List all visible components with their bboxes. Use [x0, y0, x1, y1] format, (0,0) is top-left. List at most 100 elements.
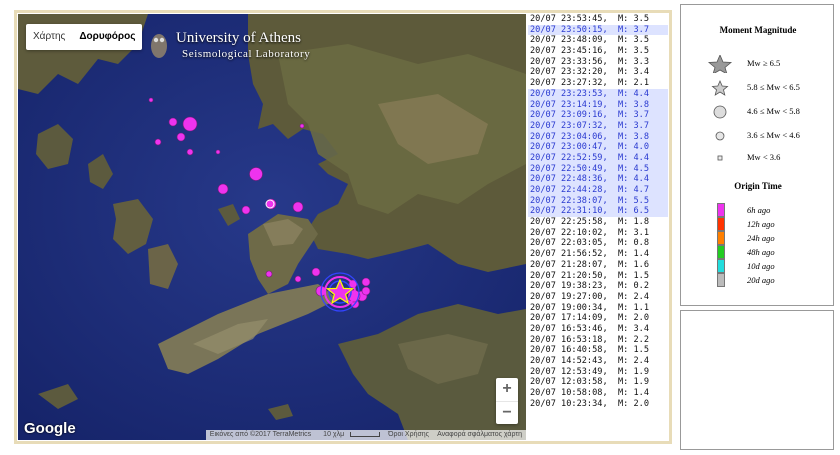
event-magnitude: 1.9	[633, 377, 650, 388]
origin-label: 24h ago	[747, 233, 775, 243]
event-time: 20/07 23:00:47	[530, 142, 603, 153]
event-row[interactable]: 20/07 22:31:10, M: 6.5	[528, 206, 668, 218]
event-row[interactable]: 20/07 22:52:59, M: 4.4	[528, 152, 668, 164]
event-mag-prefix: , M:	[602, 110, 634, 121]
university-logo: University of Athens Seismological Labor…	[148, 28, 310, 65]
event-magnitude: 3.1	[633, 227, 650, 238]
legend-row-12h: 12h ago	[717, 217, 817, 231]
event-row[interactable]: 20/07 10:23:34, M: 2.0	[528, 399, 668, 410]
event-time: 20/07 23:48:09	[530, 35, 603, 46]
event-time: 20/07 16:40:58	[530, 345, 603, 356]
event-time: 20/07 22:31:10	[530, 206, 603, 217]
event-row[interactable]: 20/07 12:03:58, M: 1.9	[528, 377, 668, 388]
event-magnitude: 1.1	[633, 302, 650, 313]
event-row[interactable]: 20/07 23:48:09, M: 3.5	[528, 35, 668, 46]
event-mag-prefix: , M:	[602, 46, 634, 57]
event-magnitude: 3.8	[633, 99, 650, 110]
legend-row-6h: 6h ago	[717, 203, 817, 217]
event-time: 20/07 23:23:53	[530, 88, 603, 99]
origin-label: 6h ago	[747, 205, 771, 215]
event-row[interactable]: 20/07 23:23:53, M: 4.4	[528, 88, 668, 100]
event-row[interactable]: 20/07 21:20:50, M: 1.5	[528, 271, 668, 282]
event-mag-prefix: , M:	[602, 67, 634, 78]
event-row[interactable]: 20/07 19:27:00, M: 2.4	[528, 292, 668, 303]
map-type-satellite-button[interactable]: Δορυφόρος	[72, 24, 142, 50]
event-row[interactable]: 20/07 22:44:28, M: 4.7	[528, 185, 668, 196]
event-row[interactable]: 20/07 23:14:19, M: 3.8	[528, 99, 668, 111]
event-row[interactable]: 20/07 17:14:09, M: 2.0	[528, 313, 668, 324]
event-time: 20/07 23:33:56	[530, 56, 603, 67]
event-row[interactable]: 20/07 23:32:20, M: 3.4	[528, 67, 668, 78]
event-mag-prefix: , M:	[602, 206, 634, 217]
event-time: 20/07 16:53:46	[530, 323, 603, 334]
legend-label: 3.6 ≤ Mw < 4.6	[747, 130, 800, 140]
event-mag-prefix: , M:	[602, 377, 634, 388]
event-magnitude: 4.4	[633, 152, 650, 163]
event-row[interactable]: 20/07 19:00:34, M: 1.1	[528, 303, 668, 314]
report-error-link[interactable]: Αναφορά σφάλματος χάρτη	[433, 430, 526, 440]
event-row[interactable]: 20/07 22:03:05, M: 0.8	[528, 238, 668, 249]
scale-line	[350, 431, 381, 437]
satellite-map[interactable]: Χάρτης Δορυφόρος University of Athens Se…	[18, 14, 526, 440]
event-mag-prefix: , M:	[602, 356, 634, 366]
event-row[interactable]: 20/07 23:53:45, M: 3.5	[528, 14, 668, 25]
terms-link[interactable]: Όροι Χρήσης	[384, 430, 433, 440]
event-row[interactable]: 20/07 23:33:56, M: 3.3	[528, 57, 668, 68]
event-mag-prefix: , M:	[602, 195, 634, 206]
event-magnitude: 1.4	[633, 249, 650, 260]
event-magnitude: 0.2	[633, 281, 650, 292]
event-row[interactable]: 20/07 23:09:16, M: 3.7	[528, 110, 668, 121]
event-magnitude: 2.4	[633, 291, 650, 302]
event-time: 20/07 22:38:07	[530, 195, 603, 206]
event-magnitude: 3.5	[633, 46, 650, 57]
scale-bar[interactable]: 10 χλμ	[315, 430, 384, 440]
event-magnitude: 3.8	[633, 131, 650, 142]
event-row[interactable]: 20/07 21:56:52, M: 1.4	[528, 249, 668, 260]
event-time: 20/07 16:53:18	[530, 334, 603, 345]
legend-row-mag-lt36: Mw < 3.6	[681, 149, 835, 167]
event-mag-prefix: , M:	[602, 120, 634, 131]
event-row[interactable]: 20/07 19:38:23, M: 0.2	[528, 281, 668, 292]
map-type-map-button[interactable]: Χάρτης	[26, 24, 72, 50]
zoom-out-button[interactable]: −	[496, 401, 518, 424]
event-row[interactable]: 20/07 23:27:32, M: 2.1	[528, 78, 668, 89]
event-row[interactable]: 20/07 22:38:07, M: 5.5	[528, 195, 668, 207]
event-row[interactable]: 20/07 22:25:58, M: 1.8	[528, 217, 668, 228]
event-time: 20/07 19:38:23	[530, 281, 603, 292]
event-row[interactable]: 20/07 12:53:49, M: 1.9	[528, 367, 668, 378]
event-row[interactable]: 20/07 16:53:18, M: 2.2	[528, 335, 668, 346]
event-row[interactable]: 20/07 16:53:46, M: 3.4	[528, 324, 668, 335]
origin-label: 12h ago	[747, 219, 775, 229]
event-row[interactable]: 20/07 14:52:43, M: 2.4	[528, 356, 668, 367]
event-row[interactable]: 20/07 22:50:49, M: 4.5	[528, 163, 668, 175]
map-attribution-bar: Εικόνες από ©2017 TerraMetrics 10 χλμ Όρ…	[205, 430, 526, 440]
legend-label: Mw ≥ 6.5	[747, 58, 781, 68]
google-logo: Google	[24, 420, 76, 437]
event-magnitude: 3.7	[633, 120, 650, 131]
event-row[interactable]: 20/07 23:00:47, M: 4.0	[528, 142, 668, 153]
event-row[interactable]: 20/07 21:28:07, M: 1.6	[528, 260, 668, 271]
event-row[interactable]: 20/07 23:45:16, M: 3.5	[528, 46, 668, 57]
event-row[interactable]: 20/07 23:07:32, M: 3.7	[528, 120, 668, 132]
origin-label: 20d ago	[747, 275, 775, 285]
event-time: 20/07 22:03:05	[530, 238, 603, 249]
event-row[interactable]: 20/07 22:48:36, M: 4.4	[528, 174, 668, 185]
event-magnitude: 2.2	[633, 334, 650, 345]
event-mag-prefix: , M:	[602, 291, 634, 302]
event-mag-prefix: , M:	[602, 227, 634, 238]
event-magnitude: 4.4	[633, 88, 650, 99]
event-mag-prefix: , M:	[602, 131, 634, 142]
event-mag-prefix: , M:	[602, 259, 634, 270]
event-row[interactable]: 20/07 10:58:08, M: 1.4	[528, 388, 668, 399]
event-row[interactable]: 20/07 23:04:06, M: 3.8	[528, 131, 668, 143]
event-magnitude: 3.5	[633, 14, 650, 24]
event-time: 20/07 17:14:09	[530, 313, 603, 324]
event-row[interactable]: 20/07 22:10:02, M: 3.1	[528, 228, 668, 239]
zoom-in-button[interactable]: +	[496, 378, 518, 401]
owl-emblem-icon	[151, 34, 167, 58]
event-list: 20/07 23:53:45, M: 3.5 20/07 23:50:15, M:…	[528, 14, 668, 440]
event-row[interactable]: 20/07 16:40:58, M: 1.5	[528, 345, 668, 356]
event-mag-prefix: , M:	[602, 366, 634, 377]
event-row[interactable]: 20/07 23:50:15, M: 3.7	[528, 24, 668, 36]
origin-swatch	[717, 203, 725, 217]
